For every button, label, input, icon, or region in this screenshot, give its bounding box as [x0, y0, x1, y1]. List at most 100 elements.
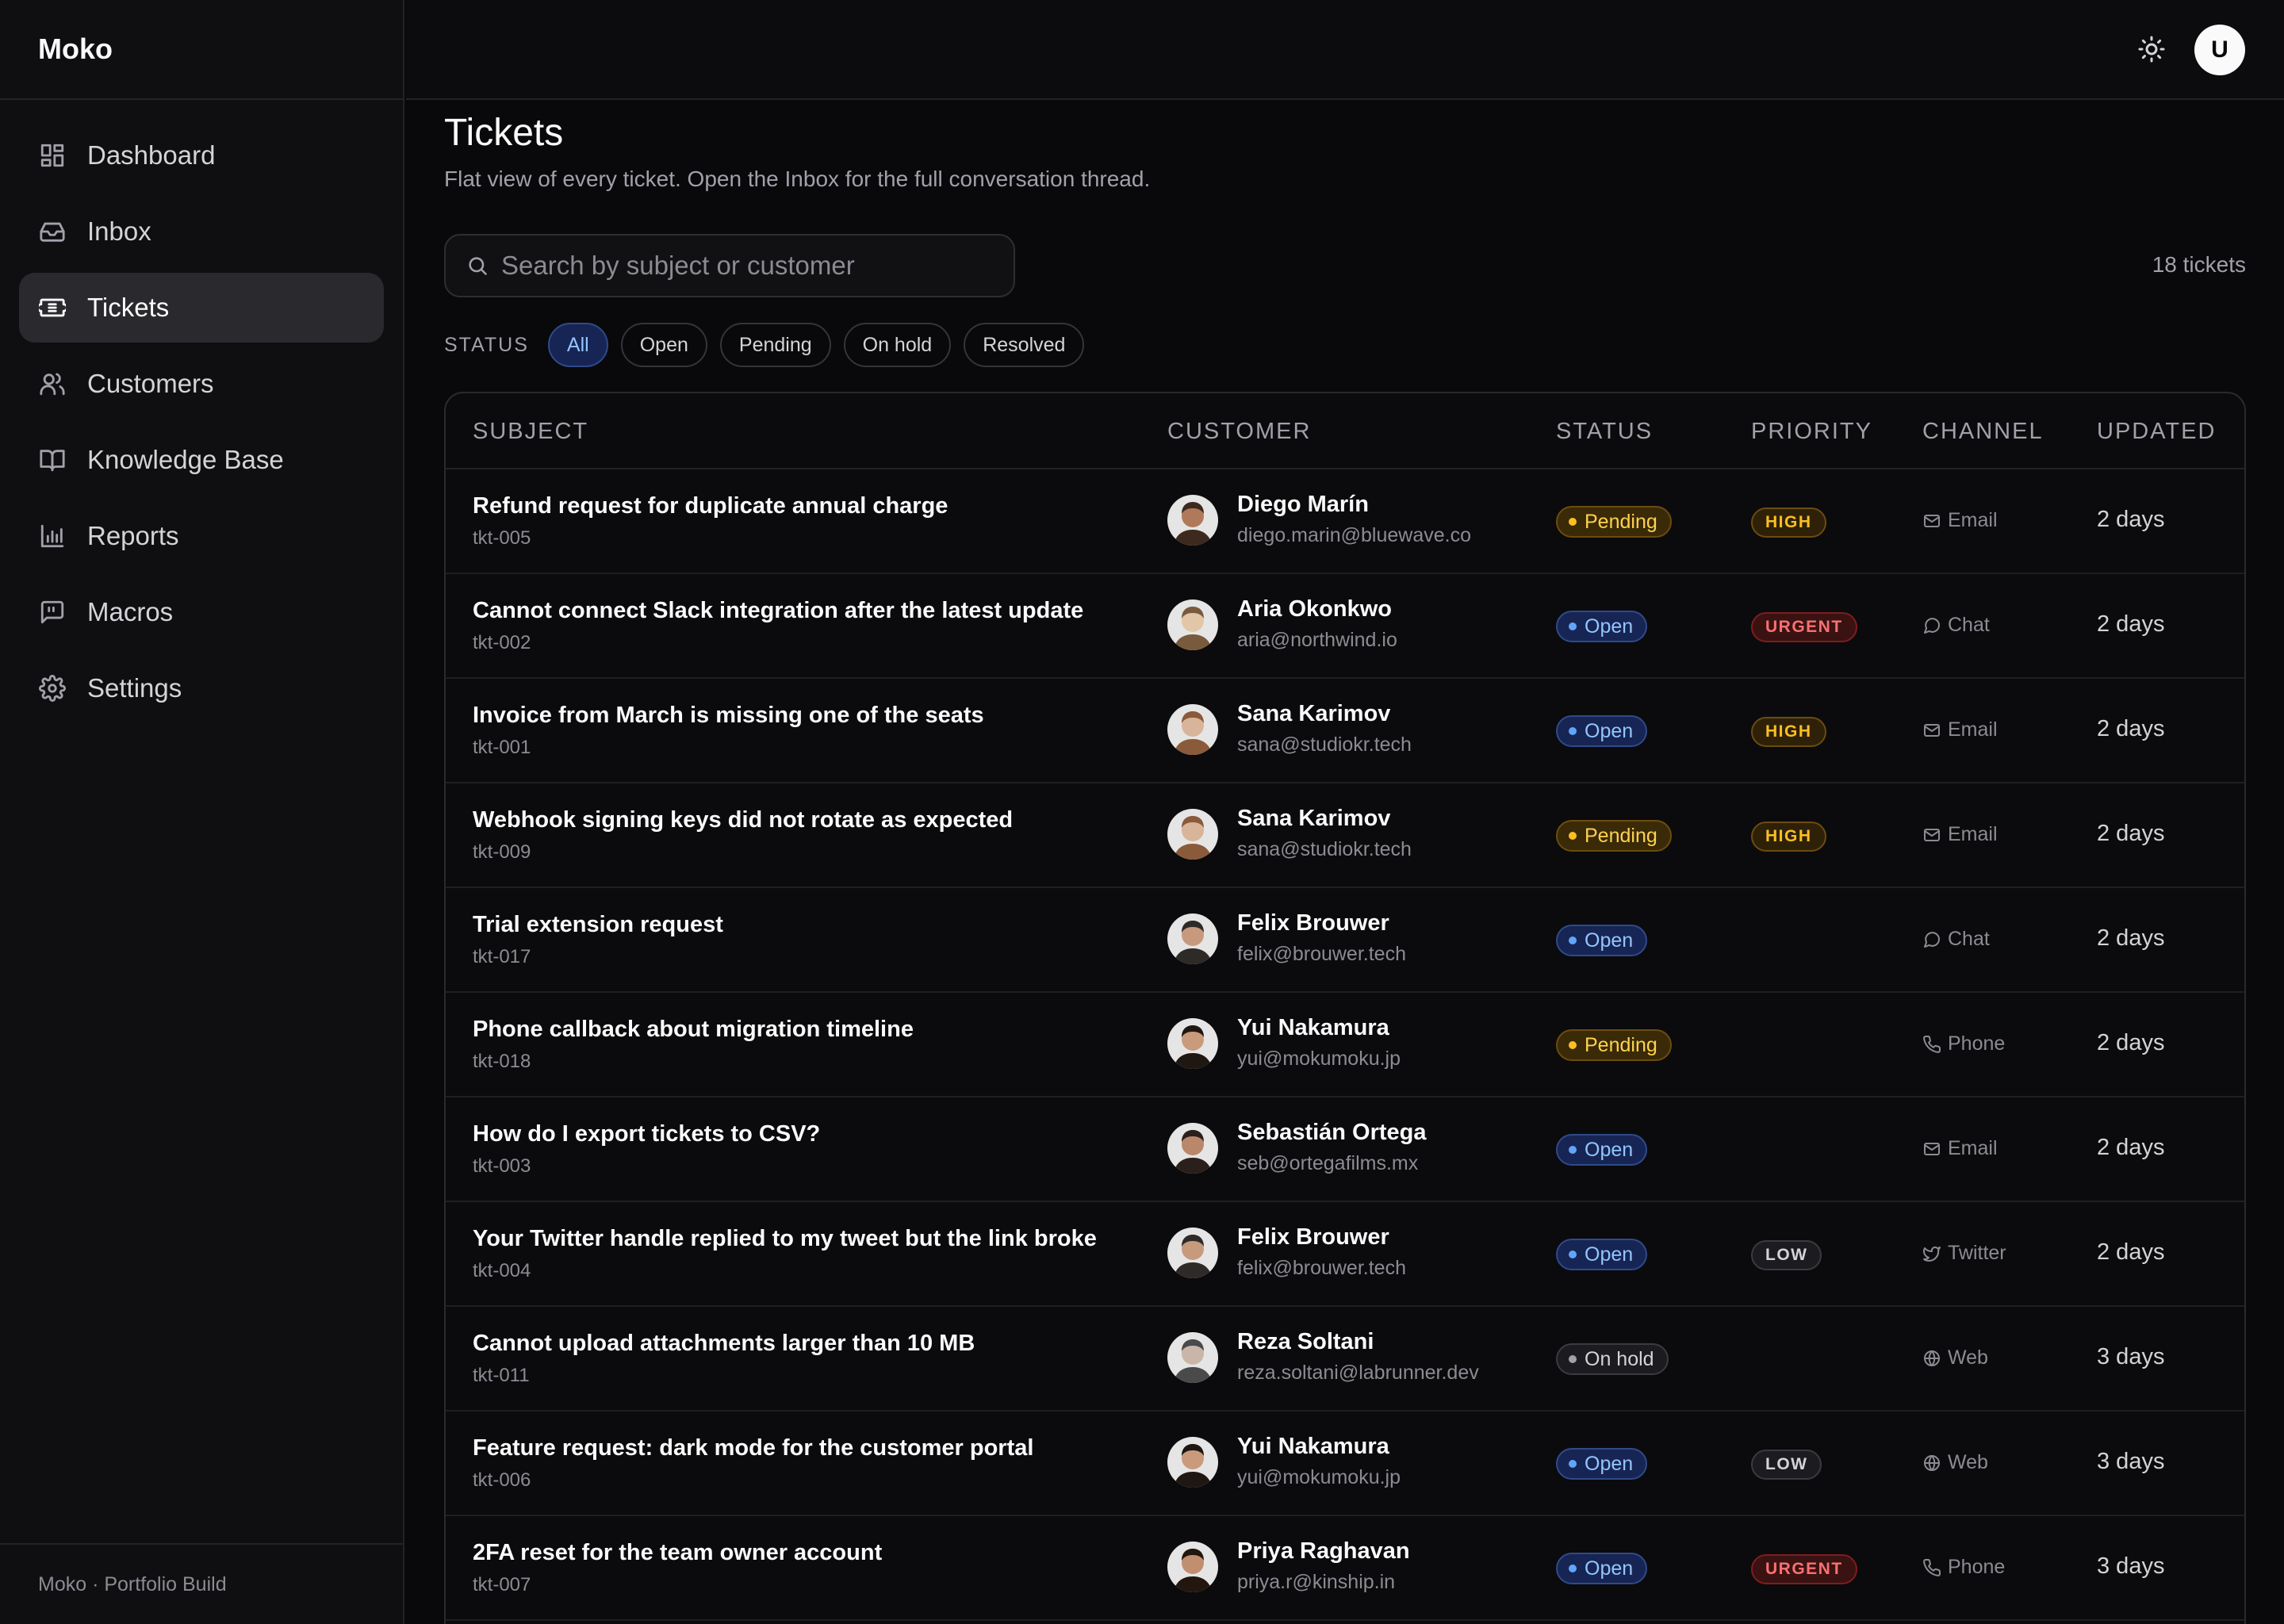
sidebar-item-inbox[interactable]: Inbox: [19, 197, 384, 266]
ticket-subject-cell: Invoice from March is missing one of the…: [473, 703, 984, 759]
customer-name[interactable]: Felix Brouwer: [1237, 910, 1406, 936]
email-icon: [1922, 1139, 1948, 1159]
table-row[interactable]: Feature request: dark mode for the custo…: [446, 1411, 2244, 1516]
table-row[interactable]: 2FA reset for the team owner account tkt…: [446, 1516, 2244, 1621]
ticket-subject[interactable]: Phone callback about migration timeline: [473, 1017, 914, 1043]
column-header-subject[interactable]: SUBJECT: [473, 419, 588, 445]
brand-logo[interactable]: Moko: [0, 0, 403, 100]
column-header-updated[interactable]: UPDATED: [2097, 419, 2216, 445]
ticket-subject[interactable]: 2FA reset for the team owner account: [473, 1540, 882, 1566]
status-badge: On hold: [1556, 1343, 1669, 1375]
table-row[interactable]: Cannot connect Slack integration after t…: [446, 574, 2244, 679]
web-icon: [1922, 1349, 1948, 1368]
channel-label: Email: [1948, 718, 1998, 741]
updated-cell: 2 days: [2097, 1239, 2165, 1265]
search-input[interactable]: [501, 251, 977, 281]
ticket-icon: [38, 293, 67, 322]
phone-icon: [1922, 1558, 1948, 1577]
sidebar-item-dashboard[interactable]: Dashboard: [19, 121, 384, 190]
sidebar-item-label: Inbox: [87, 216, 151, 246]
sidebar-item-customers[interactable]: Customers: [19, 349, 384, 419]
ticket-subject-cell: Phone callback about migration timeline …: [473, 1017, 914, 1073]
customer-name[interactable]: Yui Nakamura: [1237, 1015, 1401, 1041]
channel-cell: Web: [1922, 1451, 1988, 1474]
ticket-id: tkt-004: [473, 1260, 531, 1281]
table-row[interactable]: Refund request for duplicate annual char…: [446, 469, 2244, 574]
ticket-subject[interactable]: Refund request for duplicate annual char…: [473, 493, 948, 519]
ticket-id: tkt-006: [473, 1469, 531, 1491]
customer-avatar: [1167, 1123, 1218, 1174]
ticket-subject[interactable]: Webhook signing keys did not rotate as e…: [473, 807, 1013, 833]
customer-name[interactable]: Yui Nakamura: [1237, 1434, 1401, 1460]
column-header-channel[interactable]: CHANNEL: [1922, 419, 2044, 445]
customer-cell: Aria Okonkwo aria@northwind.io: [1237, 596, 1397, 652]
customer-name[interactable]: Sebastián Ortega: [1237, 1120, 1427, 1146]
filter-chip-on-hold[interactable]: On hold: [843, 323, 952, 367]
sidebar-item-settings[interactable]: Settings: [19, 653, 384, 723]
ticket-subject[interactable]: Cannot upload attachments larger than 10…: [473, 1331, 975, 1357]
ticket-subject[interactable]: Trial extension request: [473, 912, 723, 938]
customer-email: felix@brouwer.tech: [1237, 943, 1406, 965]
column-header-status[interactable]: STATUS: [1556, 419, 1653, 445]
customer-email: sana@studiokr.tech: [1237, 838, 1412, 860]
customer-avatar: [1167, 495, 1218, 546]
sidebar-item-reports[interactable]: Reports: [19, 501, 384, 571]
filter-chip-all[interactable]: All: [547, 323, 608, 367]
status-cell: Pending: [1556, 820, 1672, 852]
ticket-subject[interactable]: How do I export tickets to CSV?: [473, 1121, 820, 1147]
table-row[interactable]: How do I export tickets to CSV? tkt-003 …: [446, 1097, 2244, 1202]
customer-name[interactable]: Sana Karimov: [1237, 806, 1412, 832]
sidebar-item-label: Tickets: [87, 293, 170, 322]
sidebar-nav: Dashboard Inbox Tickets Customers Knowle…: [0, 100, 403, 723]
page-subtitle: Flat view of every ticket. Open the Inbo…: [444, 167, 1151, 191]
sidebar-item-knowledge-base[interactable]: Knowledge Base: [19, 425, 384, 495]
filter-chip-open[interactable]: Open: [620, 323, 707, 367]
customer-name[interactable]: Reza Soltani: [1237, 1329, 1479, 1355]
filter-chip-pending[interactable]: Pending: [719, 323, 831, 367]
ticket-subject[interactable]: Cannot connect Slack integration after t…: [473, 598, 1083, 624]
status-filter-bar: STATUS All Open Pending On hold Resolved: [444, 322, 1097, 368]
customer-avatar: [1167, 1332, 1218, 1383]
customer-avatar: [1167, 1437, 1218, 1488]
inbox-icon: [38, 217, 67, 246]
table-row[interactable]: Trial extension request tkt-017 Felix Br…: [446, 888, 2244, 993]
status-label: Open: [1585, 1138, 1634, 1161]
theme-toggle-button[interactable]: [2134, 32, 2169, 67]
priority-badge: LOW: [1751, 1240, 1822, 1270]
status-dot: [1569, 622, 1577, 630]
ticket-subject[interactable]: Your Twitter handle replied to my tweet …: [473, 1226, 1097, 1252]
customer-cell: Sebastián Ortega seb@ortegafilms.mx: [1237, 1120, 1427, 1175]
filter-chip-resolved[interactable]: Resolved: [964, 323, 1085, 367]
channel-cell: Email: [1922, 823, 1998, 846]
column-header-priority[interactable]: PRIORITY: [1751, 419, 1872, 445]
table-row[interactable]: Invoice from March is missing one of the…: [446, 679, 2244, 783]
table-row[interactable]: Cannot upload attachments larger than 10…: [446, 1307, 2244, 1411]
status-label: Open: [1585, 1452, 1634, 1475]
channel-cell: Phone: [1922, 1556, 2005, 1579]
customer-email: felix@brouwer.tech: [1237, 1257, 1406, 1279]
ticket-subject[interactable]: Invoice from March is missing one of the…: [473, 703, 984, 729]
updated-cell: 3 days: [2097, 1344, 2165, 1369]
status-cell: On hold: [1556, 1343, 1669, 1375]
column-header-customer[interactable]: CUSTOMER: [1167, 419, 1311, 445]
status-badge: Pending: [1556, 820, 1672, 852]
ticket-subject[interactable]: Feature request: dark mode for the custo…: [473, 1435, 1033, 1461]
customer-name[interactable]: Diego Marín: [1237, 492, 1471, 518]
customer-cell: Diego Marín diego.marin@bluewave.co: [1237, 492, 1471, 547]
customer-name[interactable]: Sana Karimov: [1237, 701, 1412, 727]
table-row[interactable]: Webhook signing keys did not rotate as e…: [446, 783, 2244, 888]
customer-cell: Felix Brouwer felix@brouwer.tech: [1237, 910, 1406, 966]
sidebar-item-tickets[interactable]: Tickets: [19, 273, 384, 343]
ticket-subject-cell: 2FA reset for the team owner account tkt…: [473, 1540, 882, 1596]
sidebar-item-macros[interactable]: Macros: [19, 577, 384, 647]
customer-name[interactable]: Priya Raghavan: [1237, 1538, 1410, 1565]
priority-cell: URGENT: [1751, 612, 1857, 642]
status-cell: Open: [1556, 715, 1648, 747]
table-row[interactable]: Your Twitter handle replied to my tweet …: [446, 1202, 2244, 1307]
table-row[interactable]: Phone callback about migration timeline …: [446, 993, 2244, 1097]
customer-name[interactable]: Felix Brouwer: [1237, 1224, 1406, 1251]
customer-avatar: [1167, 599, 1218, 650]
user-avatar-button[interactable]: U: [2194, 25, 2245, 75]
chat-icon: [1922, 930, 1948, 949]
customer-name[interactable]: Aria Okonkwo: [1237, 596, 1397, 622]
